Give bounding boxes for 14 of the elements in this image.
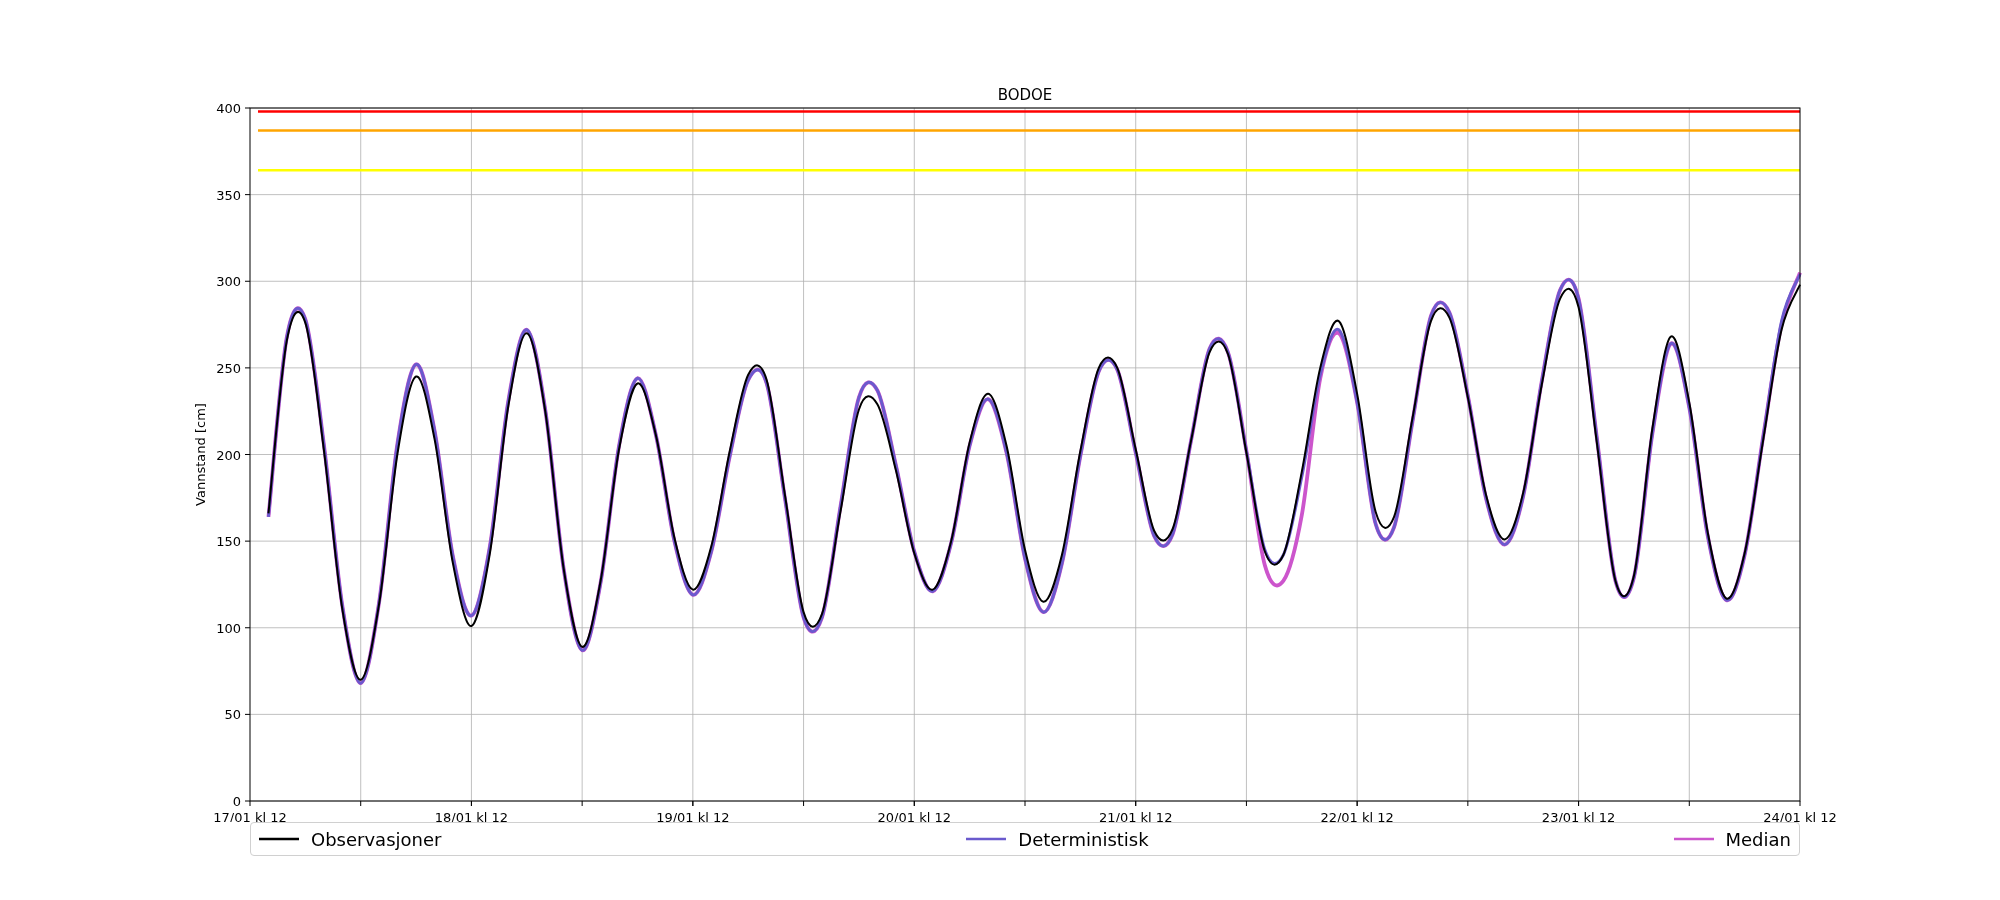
axis-tick-label: 250: [216, 360, 241, 376]
legend-label: Observasjoner: [311, 827, 442, 852]
axis-tick-label: 200: [216, 447, 241, 463]
axis-tick-label: 0: [232, 794, 241, 809]
chart-title: BODOE: [997, 86, 1053, 104]
axis-tick-label: 50: [224, 707, 241, 723]
axis-tick-label: 150: [216, 534, 241, 550]
legend-label: Median: [1725, 827, 1791, 852]
axis-label: Vannstand [cm]: [193, 403, 208, 506]
legend-label: Deterministisk: [1018, 827, 1149, 852]
axis-tick-label: 300: [216, 274, 241, 290]
axis-tick-label: 100: [216, 620, 241, 636]
axis-tick-label: 350: [216, 187, 241, 203]
axis-tick-label: 400: [216, 101, 241, 116]
